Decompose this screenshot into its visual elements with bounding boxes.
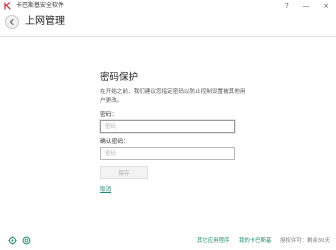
kaspersky-logo-icon: [4, 2, 12, 10]
title-bar: 卡巴斯基安全软件 ? — ×: [0, 0, 336, 12]
window-title: 卡巴斯基安全软件: [16, 2, 65, 9]
my-kaspersky-link[interactable]: 我的卡巴斯基: [239, 237, 271, 245]
confirm-password-field[interactable]: [100, 147, 235, 160]
header-divider: [0, 36, 336, 37]
cancel-link[interactable]: 取消: [100, 186, 111, 194]
confirm-password-label: 确认密码：: [100, 139, 129, 145]
arrow-left-icon: [10, 19, 14, 25]
minimize-button[interactable]: —: [297, 0, 315, 12]
other-products-link[interactable]: 其它应用程序: [197, 237, 229, 245]
back-button[interactable]: [5, 15, 19, 29]
settings-icon[interactable]: [8, 236, 17, 245]
save-button[interactable]: 保存: [100, 166, 148, 179]
section-title: 密码保护: [100, 72, 139, 83]
help-button[interactable]: ?: [278, 0, 296, 12]
page-title: 上网管理: [25, 16, 65, 27]
section-description: 在开始之前，我们建议您指定密码以防止控制设置被其他用户更改。: [100, 89, 246, 104]
close-button[interactable]: ×: [317, 0, 335, 12]
support-icon[interactable]: [22, 236, 31, 245]
license-status[interactable]: 授权许可：剩余30天: [280, 237, 330, 245]
password-field[interactable]: [100, 120, 235, 133]
password-label: 密码：: [100, 112, 118, 118]
